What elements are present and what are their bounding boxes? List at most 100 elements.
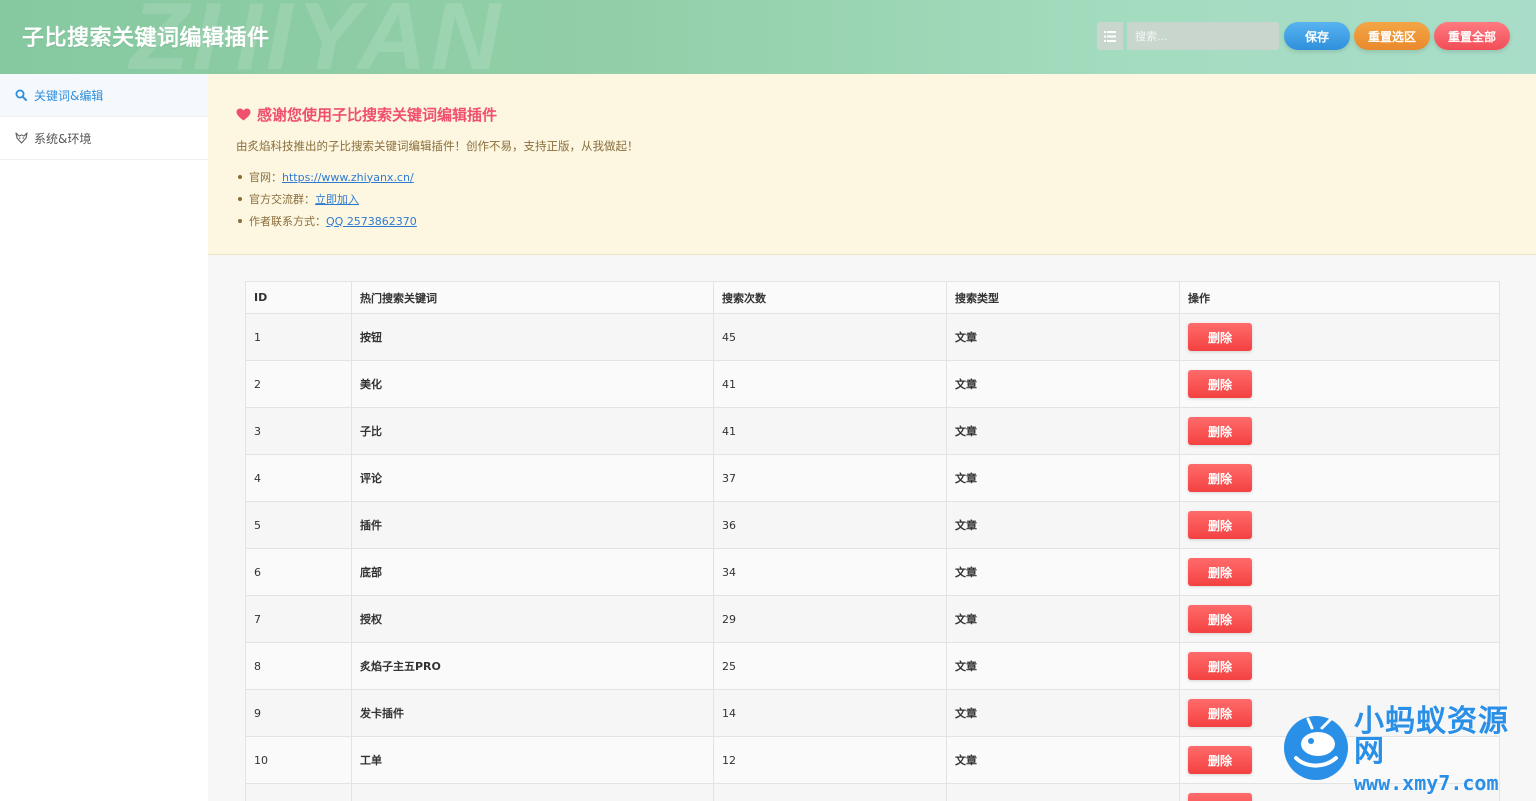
cell-action: 删除 — [1179, 595, 1500, 643]
table-row: 3 子比 41 文章 删除 — [245, 407, 1500, 455]
header-toolbar: 保存 重置选区 重置全部 — [1097, 22, 1510, 50]
table-row: 4 评论 37 文章 删除 — [245, 454, 1500, 502]
cell-action: 删除 — [1179, 454, 1500, 502]
sidebar-item-keywords[interactable]: 关键词&编辑 — [0, 74, 208, 117]
cell-count: 14 — [713, 689, 947, 737]
cell-type: 文章 — [946, 595, 1180, 643]
corner-logo-line2: www.xmy7.com — [1354, 771, 1499, 795]
cell-type: 文章 — [946, 407, 1180, 455]
list-item: 作者联系方式： QQ 2573862370 — [236, 210, 1508, 232]
search-icon — [13, 89, 29, 101]
save-button[interactable]: 保存 — [1284, 22, 1350, 50]
table-row: 8 炙焰子主五PRO 25 文章 删除 — [245, 642, 1500, 690]
list-item: 官方交流群： 立即加入 — [236, 188, 1508, 210]
cell-keyword: 授权 — [351, 595, 714, 643]
reset-selection-button[interactable]: 重置选区 — [1354, 22, 1430, 50]
column-header-type: 搜索类型 — [946, 281, 1180, 314]
cell-keyword: 插件 — [351, 501, 714, 549]
cell-count: 25 — [713, 642, 947, 690]
list-item: 官网： https://www.zhiyanx.cn/ — [236, 166, 1508, 188]
notice-title-text: 感谢您使用子比搜索关键词编辑插件 — [257, 106, 498, 124]
cell-id: 3 — [245, 407, 352, 455]
cell-keyword — [351, 783, 714, 801]
reset-all-button[interactable]: 重置全部 — [1434, 22, 1510, 50]
cell-type: 文章 — [946, 501, 1180, 549]
cell-type: 文章 — [946, 548, 1180, 596]
cell-keyword: 子比 — [351, 407, 714, 455]
join-group-link[interactable]: 立即加入 — [315, 191, 359, 207]
notice-title: 感谢您使用子比搜索关键词编辑插件 — [236, 104, 1508, 125]
cell-action: 删除 — [1179, 501, 1500, 549]
sidebar-item-label: 系统&环境 — [34, 131, 92, 146]
notice-panel: 感谢您使用子比搜索关键词编辑插件 由炙焰科技推出的子比搜索关键词编辑插件！创作不… — [208, 74, 1536, 255]
delete-button[interactable]: 删除 — [1188, 652, 1252, 680]
delete-button[interactable]: 删除 — [1188, 699, 1252, 727]
cell-action: 删除 — [1179, 548, 1500, 596]
table-header-row: ID 热门搜索关键词 搜索次数 搜索类型 操作 — [245, 281, 1500, 314]
cell-type: 文章 — [946, 454, 1180, 502]
app-header: ZHIYAN 子比搜索关键词编辑插件 保存 重置选区 重置全部 — [0, 0, 1536, 74]
cell-type: 文章 — [946, 736, 1180, 784]
cell-count: 41 — [713, 407, 947, 455]
main-content: 感谢您使用子比搜索关键词编辑插件 由炙焰科技推出的子比搜索关键词编辑插件！创作不… — [208, 74, 1536, 801]
corner-logo-text: 小蚂蚁资源网 www.xmy7.com — [1354, 707, 1536, 795]
cell-id: 10 — [245, 736, 352, 784]
table-row: 6 底部 34 文章 删除 — [245, 548, 1500, 596]
notice-description: 由炙焰科技推出的子比搜索关键词编辑插件！创作不易，支持正版，从我做起！ — [236, 139, 639, 153]
table-row: 1 按钮 45 文章 删除 — [245, 313, 1500, 361]
delete-button[interactable]: 删除 — [1188, 511, 1252, 539]
cell-id: 5 — [245, 501, 352, 549]
delete-button[interactable]: 删除 — [1188, 417, 1252, 445]
delete-button[interactable]: 删除 — [1188, 746, 1252, 774]
website-link[interactable]: https://www.zhiyanx.cn/ — [282, 171, 414, 184]
cell-id: 9 — [245, 689, 352, 737]
sidebar-item-system[interactable]: 系统&环境 — [0, 117, 208, 160]
table-row: 2 美化 41 文章 删除 — [245, 360, 1500, 408]
corner-watermark-logo: 小蚂蚁资源网 www.xmy7.com — [1282, 707, 1536, 793]
cell-action: 删除 — [1179, 407, 1500, 455]
link-label: 官网： — [249, 171, 282, 184]
list-icon[interactable] — [1097, 22, 1123, 50]
table-row: 7 授权 29 文章 删除 — [245, 595, 1500, 643]
ant-logo-icon — [1282, 714, 1350, 786]
cell-type — [946, 783, 1180, 801]
cell-id: 2 — [245, 360, 352, 408]
search-input[interactable] — [1127, 22, 1279, 50]
cell-keyword: 底部 — [351, 548, 714, 596]
cell-id: 4 — [245, 454, 352, 502]
column-header-count: 搜索次数 — [713, 281, 947, 314]
cell-count: 37 — [713, 454, 947, 502]
delete-button[interactable]: 删除 — [1188, 793, 1252, 801]
delete-button[interactable]: 删除 — [1188, 370, 1252, 398]
delete-button[interactable]: 删除 — [1188, 323, 1252, 351]
column-header-action: 操作 — [1179, 281, 1500, 314]
cell-action: 删除 — [1179, 313, 1500, 361]
link-label: 官方交流群： — [249, 193, 315, 206]
app-title: 子比搜索关键词编辑插件 — [22, 26, 270, 51]
cell-id: 6 — [245, 548, 352, 596]
table-row: 5 插件 36 文章 删除 — [245, 501, 1500, 549]
cell-keyword: 发卡插件 — [351, 689, 714, 737]
column-header-keyword: 热门搜索关键词 — [351, 281, 714, 314]
cell-count: 34 — [713, 548, 947, 596]
link-label: 作者联系方式： — [249, 215, 326, 228]
cell-count — [713, 783, 947, 801]
sidebar-item-label: 关键词&编辑 — [34, 88, 104, 103]
fox-icon — [13, 132, 29, 144]
heart-icon — [236, 108, 251, 121]
cell-action: 删除 — [1179, 642, 1500, 690]
cell-id: 1 — [245, 313, 352, 361]
cell-count: 45 — [713, 313, 947, 361]
cell-type: 文章 — [946, 689, 1180, 737]
cell-keyword: 评论 — [351, 454, 714, 502]
cell-keyword: 按钮 — [351, 313, 714, 361]
column-header-id: ID — [245, 281, 352, 314]
cell-id: 8 — [245, 642, 352, 690]
delete-button[interactable]: 删除 — [1188, 605, 1252, 633]
delete-button[interactable]: 删除 — [1188, 558, 1252, 586]
cell-type: 文章 — [946, 642, 1180, 690]
author-contact-link[interactable]: QQ 2573862370 — [326, 215, 417, 228]
cell-type: 文章 — [946, 360, 1180, 408]
cell-id: 7 — [245, 595, 352, 643]
delete-button[interactable]: 删除 — [1188, 464, 1252, 492]
